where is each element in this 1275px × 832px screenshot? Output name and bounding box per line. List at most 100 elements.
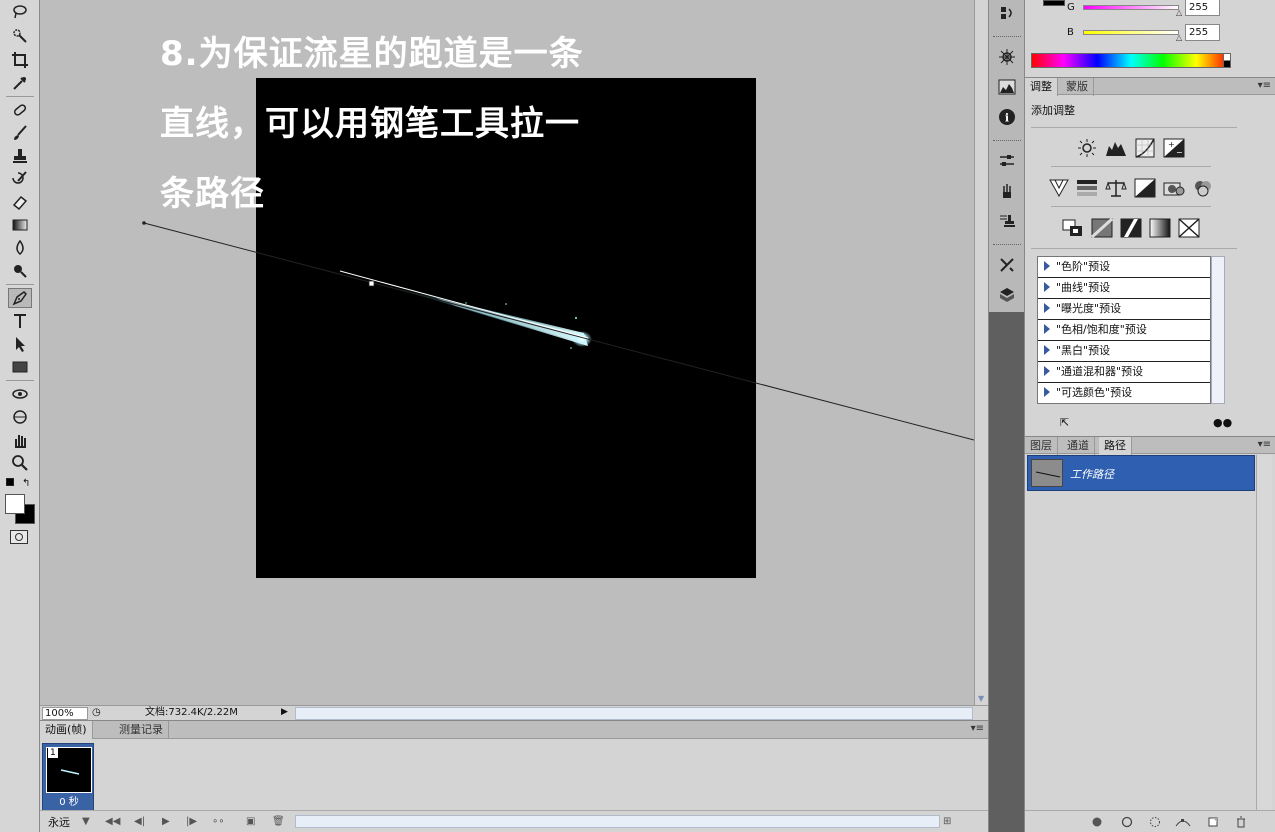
animation-frame[interactable]: 1 0 秒 xyxy=(42,743,94,811)
blur-tool-icon[interactable] xyxy=(8,238,32,258)
convert-timeline-icon[interactable]: ⊞ xyxy=(943,816,951,827)
gradient-map-icon[interactable] xyxy=(1148,217,1172,239)
character-panel-icon[interactable] xyxy=(996,254,1018,276)
brushes-panel-icon[interactable] xyxy=(996,150,1018,172)
delete-frame-icon[interactable]: 🗑 xyxy=(272,816,285,827)
preset-levels[interactable]: "色阶"预设 xyxy=(1038,257,1210,278)
status-menu-icon[interactable]: ◷ xyxy=(92,707,101,718)
delete-path-icon[interactable] xyxy=(1233,815,1249,829)
color-swatch-top[interactable] xyxy=(1043,0,1065,6)
b-slider[interactable] xyxy=(1083,30,1179,35)
vertical-scrollbar[interactable]: ▼ xyxy=(974,0,988,705)
presets-scrollbar[interactable] xyxy=(1211,256,1225,404)
path-selection-tool-icon[interactable] xyxy=(8,334,32,354)
threshold-icon[interactable] xyxy=(1119,217,1143,239)
histogram-panel-icon[interactable] xyxy=(996,76,1018,98)
path-row-work-path[interactable]: 工作路径 xyxy=(1027,455,1255,491)
preset-selective-color[interactable]: "可选颜色"预设 xyxy=(1038,383,1210,404)
history-brush-tool-icon[interactable] xyxy=(8,169,32,189)
frame-delay[interactable]: 0 秒 xyxy=(43,793,95,808)
loop-dropdown-icon[interactable]: ▼ xyxy=(82,816,90,827)
vibrance-icon[interactable] xyxy=(1047,177,1071,199)
exposure-icon[interactable]: + − xyxy=(1162,137,1186,159)
g-slider[interactable] xyxy=(1083,5,1179,10)
lasso-tool-icon[interactable] xyxy=(8,2,32,22)
preset-exposure[interactable]: "曝光度"预设 xyxy=(1038,299,1210,320)
eyedropper-tool-icon[interactable] xyxy=(8,73,32,93)
3d-rotate-tool-icon[interactable] xyxy=(8,384,32,404)
zoom-field[interactable]: 100% xyxy=(42,707,88,720)
posterize-icon[interactable] xyxy=(1090,217,1114,239)
previous-frame-icon[interactable]: ◀| xyxy=(134,816,145,827)
horizontal-scrollbar[interactable] xyxy=(295,707,973,720)
info-panel-icon[interactable]: i xyxy=(996,106,1018,128)
tween-icon[interactable]: ∘∘ xyxy=(212,816,225,827)
duplicate-frame-icon[interactable]: ▣ xyxy=(246,816,255,827)
selective-color-icon[interactable] xyxy=(1177,217,1201,239)
3d-panel-icon[interactable] xyxy=(996,284,1018,306)
brush-tool-icon[interactable] xyxy=(8,123,32,143)
tab-masks[interactable]: 蒙版 xyxy=(1061,78,1094,96)
3d-orbit-tool-icon[interactable] xyxy=(8,407,32,427)
canvas-area[interactable]: 8.为保证流星的跑道是一条 直线，可以用钢笔工具拉一 条路径 xyxy=(40,0,974,705)
rectangle-tool-icon[interactable] xyxy=(8,357,32,377)
black-white-icon[interactable] xyxy=(1133,177,1157,199)
color-spectrum[interactable] xyxy=(1031,53,1231,68)
gradient-tool-icon[interactable] xyxy=(8,215,32,235)
new-path-icon[interactable] xyxy=(1205,815,1221,829)
paths-scrollbar[interactable] xyxy=(1256,455,1272,810)
tab-measurement-log[interactable]: 测量记录 xyxy=(114,721,169,739)
loop-select[interactable]: 永远 xyxy=(48,814,70,830)
make-work-path-icon[interactable] xyxy=(1175,815,1191,829)
black-white-swatch[interactable] xyxy=(1223,53,1231,68)
work-path-line[interactable] xyxy=(40,0,974,705)
pen-tool-icon[interactable] xyxy=(8,288,32,308)
tab-channels[interactable]: 通道 xyxy=(1062,437,1095,455)
swap-colors-icon[interactable]: ↰ xyxy=(22,478,30,489)
default-colors-icon[interactable] xyxy=(6,478,14,486)
fill-path-icon[interactable] xyxy=(1089,815,1105,829)
type-tool-icon[interactable] xyxy=(8,311,32,331)
color-balance-icon[interactable] xyxy=(1104,177,1128,199)
g-slider-handle-icon[interactable]: △ xyxy=(1176,8,1182,17)
stroke-path-icon[interactable] xyxy=(1119,815,1135,829)
return-to-list-icon[interactable]: ⇱ xyxy=(1060,416,1069,429)
invert-icon[interactable] xyxy=(1061,217,1085,239)
first-frame-icon[interactable]: ◀◀ xyxy=(105,816,120,827)
b-value-field[interactable]: 255 xyxy=(1185,24,1220,41)
g-value-field[interactable]: 255 xyxy=(1185,0,1220,16)
b-slider-handle-icon[interactable]: △ xyxy=(1176,33,1182,42)
dodge-tool-icon[interactable] xyxy=(8,261,32,281)
animation-scrollbar[interactable] xyxy=(295,815,940,828)
healing-brush-tool-icon[interactable] xyxy=(8,100,32,120)
tab-layers[interactable]: 图层 xyxy=(1025,437,1058,455)
zoom-tool-icon[interactable] xyxy=(8,453,32,473)
quick-mask-icon[interactable] xyxy=(10,530,28,544)
curves-icon[interactable] xyxy=(1133,137,1157,159)
levels-icon[interactable] xyxy=(1104,137,1128,159)
preset-hue-saturation[interactable]: "色相/饱和度"预设 xyxy=(1038,320,1210,341)
preset-channel-mixer[interactable]: "通道混和器"预设 xyxy=(1038,362,1210,383)
photo-filter-icon[interactable] xyxy=(1162,177,1186,199)
load-path-as-selection-icon[interactable] xyxy=(1147,815,1163,829)
paths-panel-menu-icon[interactable]: ▾≡ xyxy=(1258,439,1271,450)
tab-animation[interactable]: 动画(帧) xyxy=(40,721,93,739)
eraser-tool-icon[interactable] xyxy=(8,192,32,212)
navigator-panel-icon[interactable] xyxy=(996,46,1018,68)
tab-paths[interactable]: 路径 xyxy=(1099,437,1132,455)
clone-source-icon[interactable] xyxy=(996,210,1018,232)
brightness-contrast-icon[interactable] xyxy=(1075,137,1099,159)
history-panel-icon[interactable] xyxy=(996,2,1018,24)
crop-tool-icon[interactable] xyxy=(8,50,32,70)
tab-adjustments[interactable]: 调整 xyxy=(1025,78,1058,96)
panel-menu-icon[interactable]: ▾≡ xyxy=(971,723,984,734)
quick-selection-tool-icon[interactable] xyxy=(8,26,32,46)
next-frame-icon[interactable]: |▶ xyxy=(186,816,197,827)
tool-presets-icon[interactable] xyxy=(996,180,1018,202)
preset-curves[interactable]: "曲线"预设 xyxy=(1038,278,1210,299)
foreground-color-swatch[interactable] xyxy=(5,494,25,514)
play-icon[interactable]: ▶ xyxy=(162,816,170,827)
hand-tool-icon[interactable] xyxy=(8,430,32,450)
hue-saturation-icon[interactable] xyxy=(1075,177,1099,199)
status-arrow-icon[interactable]: ▶ xyxy=(281,707,288,717)
